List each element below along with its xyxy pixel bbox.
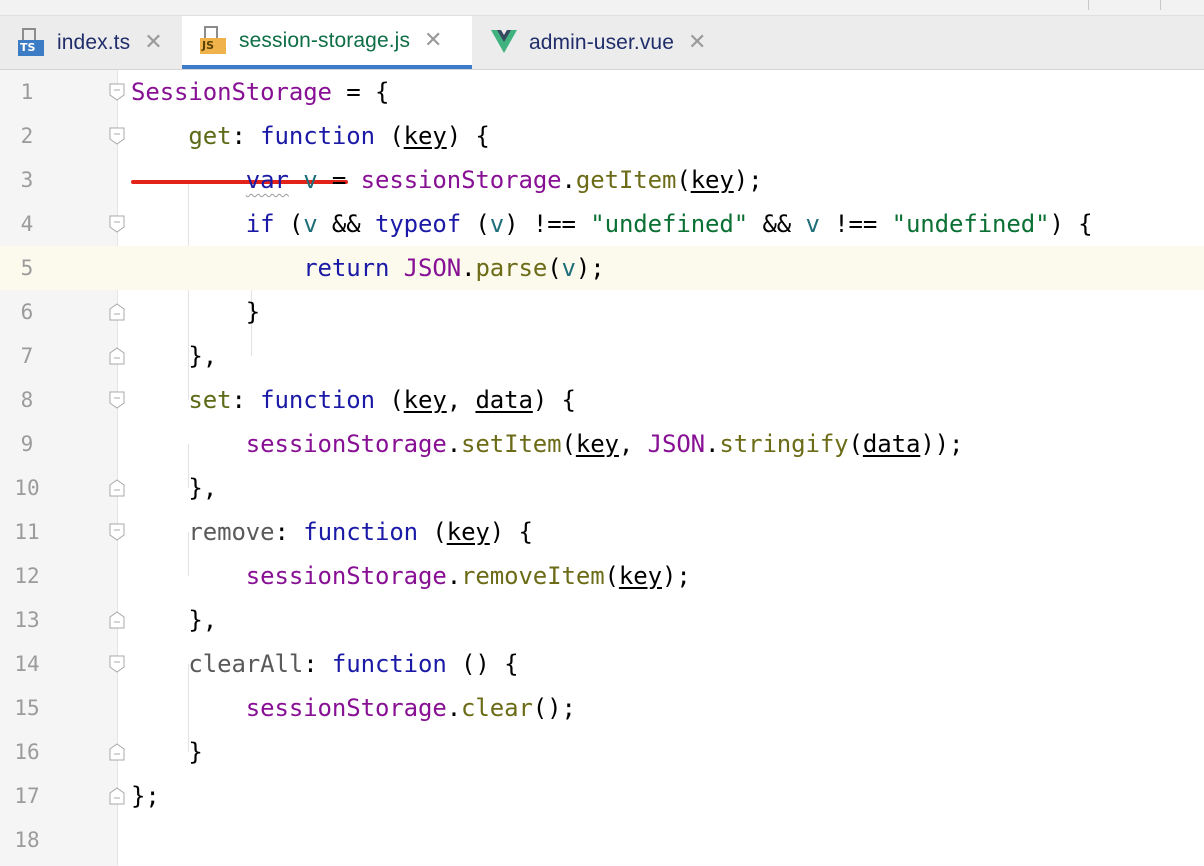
line-number: 2 <box>20 124 34 148</box>
code-line[interactable]: 1 SessionStorage = { <box>0 70 1204 114</box>
code-text: }, <box>188 606 218 634</box>
code-line[interactable]: 14 clearAll: function () { <box>0 642 1204 686</box>
line-number: 14 <box>14 652 40 676</box>
tab-bar-top-strip <box>0 0 1204 16</box>
code-text: remove: function (key) { <box>188 518 533 546</box>
line-number: 10 <box>14 476 40 500</box>
tab-label: index.ts <box>57 30 131 54</box>
code-line[interactable]: 4 if (v && typeof (v) !== "undefined" &&… <box>0 202 1204 246</box>
code-text: }; <box>131 782 160 810</box>
fold-open-icon[interactable] <box>109 655 125 673</box>
fold-open-icon[interactable] <box>109 391 125 409</box>
fold-close-icon[interactable] <box>109 303 125 321</box>
code-line[interactable]: 6 } <box>0 290 1204 334</box>
line-number: 12 <box>14 564 40 588</box>
code-line[interactable]: 18 <box>0 818 1204 862</box>
line-number: 6 <box>20 300 34 324</box>
code-line[interactable]: 12 sessionStorage.removeItem(key); <box>0 554 1204 598</box>
line-number: 18 <box>14 828 40 852</box>
close-icon[interactable]: ✕ <box>144 31 162 54</box>
code-text: if (v && typeof (v) !== "undefined" && v… <box>245 210 1093 238</box>
fold-close-icon[interactable] <box>109 347 125 365</box>
code-text: return JSON.parse(v); <box>303 254 605 282</box>
code-text: sessionStorage.removeItem(key); <box>245 562 691 590</box>
fold-close-icon[interactable] <box>109 479 125 497</box>
code-line[interactable]: 10 }, <box>0 466 1204 510</box>
code-line[interactable]: 16 } <box>0 730 1204 774</box>
divider <box>1160 0 1161 10</box>
code-line[interactable]: 9 sessionStorage.setItem(key, JSON.strin… <box>0 422 1204 466</box>
code-editor[interactable]: 1 SessionStorage = { 2 get: function (ke… <box>0 70 1204 866</box>
code-text: clearAll: function () { <box>188 650 519 678</box>
close-icon[interactable]: ✕ <box>688 31 706 54</box>
line-number: 17 <box>14 784 40 808</box>
fold-close-icon[interactable] <box>109 743 125 761</box>
code-line[interactable]: 3 var v = sessionStorage.getItem(key); <box>0 158 1204 202</box>
fold-open-icon[interactable] <box>109 127 125 145</box>
line-number: 15 <box>14 696 40 720</box>
tab-index-ts[interactable]: TS index.ts ✕ <box>0 16 182 69</box>
tab-session-storage-js[interactable]: JS session-storage.js ✕ <box>182 16 472 69</box>
code-text: sessionStorage.clear(); <box>245 694 576 722</box>
code-line[interactable]: 2 get: function (key) { <box>0 114 1204 158</box>
line-number: 7 <box>20 344 34 368</box>
line-number: 11 <box>14 520 40 544</box>
fold-close-icon[interactable] <box>109 787 125 805</box>
javascript-file-icon: JS <box>200 25 228 56</box>
vue-file-icon <box>490 28 518 58</box>
code-text: } <box>188 738 203 766</box>
code-text: set: function (key, data) { <box>188 386 576 414</box>
fold-open-icon[interactable] <box>109 523 125 541</box>
divider <box>1088 0 1089 10</box>
tab-admin-user-vue[interactable]: admin-user.vue ✕ <box>472 16 732 69</box>
typescript-file-icon: TS <box>18 27 46 58</box>
line-number: 1 <box>20 80 34 104</box>
line-number: 5 <box>20 256 34 280</box>
code-text: }, <box>188 474 218 502</box>
code-line[interactable]: 11 remove: function (key) { <box>0 510 1204 554</box>
fold-open-icon[interactable] <box>109 83 125 101</box>
code-line[interactable]: 15 sessionStorage.clear(); <box>0 686 1204 730</box>
code-line[interactable]: 17 }; <box>0 774 1204 818</box>
line-number: 3 <box>20 168 34 192</box>
code-line[interactable]: 13 }, <box>0 598 1204 642</box>
code-text: sessionStorage.setItem(key, JSON.stringi… <box>245 430 964 458</box>
code-text: }, <box>188 342 218 370</box>
line-number: 13 <box>14 608 40 632</box>
line-number: 16 <box>14 740 40 764</box>
line-number: 4 <box>20 212 34 236</box>
code-line[interactable]: 7 }, <box>0 334 1204 378</box>
line-number: 8 <box>20 388 34 412</box>
fold-open-icon[interactable] <box>109 215 125 233</box>
fold-close-icon[interactable] <box>109 611 125 629</box>
code-line-current[interactable]: 5 return JSON.parse(v); <box>0 246 1204 290</box>
code-text: } <box>245 298 261 326</box>
code-line[interactable]: 8 set: function (key, data) { <box>0 378 1204 422</box>
code-text: get: function (key) { <box>188 122 490 150</box>
line-number: 9 <box>20 432 34 456</box>
code-text: var v = sessionStorage.getItem(key); <box>245 166 763 194</box>
close-icon[interactable]: ✕ <box>424 29 442 52</box>
code-text: SessionStorage = { <box>131 78 390 106</box>
tab-label: session-storage.js <box>239 28 411 52</box>
editor-tab-bar: TS index.ts ✕ JS session-storage.js ✕ ad… <box>0 0 1204 70</box>
tab-label: admin-user.vue <box>529 30 674 54</box>
